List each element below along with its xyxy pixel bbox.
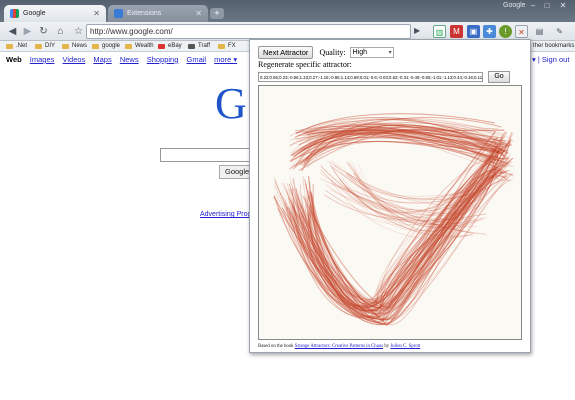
quality-label: Quality: bbox=[319, 48, 346, 57]
footer-by: by bbox=[384, 344, 390, 349]
close-tab-icon[interactable]: ✕ bbox=[195, 9, 202, 18]
bookmark-fx[interactable]: FX bbox=[218, 43, 236, 49]
nav-more[interactable]: more ▾ bbox=[214, 55, 237, 64]
bookmark-wealth[interactable]: Wealth bbox=[125, 43, 154, 49]
nav-maps[interactable]: Maps bbox=[93, 55, 111, 64]
coefficients-input[interactable]: 0.22;0.65;0.23;-0.86;1.23;0.27;-1.15;-0.… bbox=[258, 72, 483, 82]
book-link[interactable]: Strange Attractors: Creative Patterns in… bbox=[295, 344, 383, 349]
bookmark-label: eBay bbox=[168, 43, 182, 49]
minimize-icon[interactable]: – bbox=[527, 1, 539, 11]
close-tab-icon[interactable]: ✕ bbox=[93, 9, 100, 18]
browser-window: Google ✕ Extensions ✕ + Google – □ ✕ ◀ ▶… bbox=[0, 0, 575, 400]
forward-arrow-icon[interactable]: ▶ bbox=[21, 25, 34, 38]
nav-news[interactable]: News bbox=[120, 55, 139, 64]
attractor-strokes bbox=[273, 113, 514, 326]
extension-icon[interactable]: ▣ bbox=[467, 25, 480, 38]
tab-strip: Google ✕ Extensions ✕ + Google – □ ✕ bbox=[0, 0, 575, 22]
tab-label: Google bbox=[23, 10, 46, 17]
back-arrow-icon[interactable]: ◀ bbox=[6, 25, 19, 38]
google-search-input[interactable] bbox=[160, 148, 255, 162]
bookmark-label: Wealth bbox=[135, 43, 154, 49]
folder-icon bbox=[92, 43, 99, 49]
reload-icon[interactable]: ↻ bbox=[37, 25, 50, 38]
advertising-link[interactable]: Advertising Prog bbox=[200, 211, 251, 218]
home-icon[interactable]: ⌂ bbox=[54, 25, 67, 38]
tab-extensions[interactable]: Extensions ✕ bbox=[108, 5, 208, 22]
next-attractor-button[interactable]: Next Attractor bbox=[258, 46, 314, 59]
bookmark-label: google bbox=[102, 43, 121, 49]
go-button[interactable]: Go bbox=[488, 71, 510, 83]
page-icon[interactable]: ▥ bbox=[433, 25, 446, 38]
folder-icon bbox=[35, 43, 42, 49]
tab-google[interactable]: Google ✕ bbox=[4, 5, 106, 22]
wrench-icon[interactable]: ✎ bbox=[553, 25, 566, 38]
go-arrow-icon[interactable]: ▶ bbox=[414, 26, 420, 35]
bookmark-news[interactable]: News bbox=[62, 43, 87, 49]
info-icon[interactable]: ! bbox=[499, 25, 512, 38]
regenerate-label: Regenerate specific attractor: bbox=[258, 60, 352, 69]
folder-icon bbox=[125, 43, 132, 49]
popup-controls: Next Attractor Quality: High bbox=[258, 46, 394, 59]
google-favicon-icon bbox=[10, 9, 19, 18]
traffic-icon bbox=[188, 43, 195, 49]
popup-footer: Based on the book Strange Attractors: Cr… bbox=[258, 344, 420, 349]
footer-prefix: Based on the book bbox=[258, 344, 294, 349]
attractor-popup: Next Attractor Quality: High Regenerate … bbox=[249, 39, 531, 353]
bookmark-label: Traff bbox=[198, 43, 211, 49]
quality-select[interactable]: High bbox=[349, 47, 394, 58]
author-link[interactable]: Julien C. Sprott bbox=[390, 344, 420, 349]
new-tab-button[interactable]: + bbox=[210, 8, 224, 19]
puzzle-icon bbox=[114, 9, 123, 18]
nav-videos[interactable]: Videos bbox=[63, 55, 86, 64]
attractor-canvas bbox=[258, 85, 522, 340]
nav-shopping[interactable]: Shopping bbox=[147, 55, 179, 64]
nav-gmail[interactable]: Gmail bbox=[186, 55, 206, 64]
close-window-icon[interactable]: ✕ bbox=[557, 1, 569, 11]
window-title: Google bbox=[503, 2, 526, 9]
folder-icon bbox=[218, 43, 225, 49]
bookmark-google[interactable]: google bbox=[92, 43, 120, 49]
bookmark-ebay[interactable]: eBay bbox=[158, 43, 182, 49]
gmail-icon[interactable]: M bbox=[450, 25, 463, 38]
folder-icon bbox=[62, 43, 69, 49]
bookmark-label: .Net bbox=[16, 43, 28, 49]
star-icon[interactable]: ☆ bbox=[72, 25, 85, 38]
attractor-extension-icon[interactable]: ✕ bbox=[515, 25, 528, 38]
page-menu-icon[interactable]: ▤ bbox=[533, 25, 546, 38]
bookmark-net[interactable]: .Net bbox=[6, 43, 27, 49]
other-bookmarks[interactable]: ther bookmarks bbox=[533, 43, 574, 49]
nav-web[interactable]: Web bbox=[6, 55, 22, 64]
bookmark-traff[interactable]: Traff bbox=[188, 43, 210, 49]
bookmark-label: FX bbox=[228, 43, 236, 49]
puzzle-icon[interactable]: ✚ bbox=[483, 25, 496, 38]
bookmark-diy[interactable]: DIY bbox=[35, 43, 55, 49]
ebay-icon bbox=[158, 43, 165, 49]
sign-out-link[interactable]: ▾ | Sign out bbox=[532, 55, 569, 64]
tab-label: Extensions bbox=[127, 10, 162, 17]
google-nav: Web Images Videos Maps News Shopping Gma… bbox=[6, 55, 243, 64]
bookmark-label: News bbox=[72, 43, 88, 49]
bookmark-label: DIY bbox=[45, 43, 56, 49]
attractor-image bbox=[273, 113, 514, 326]
address-bar[interactable]: http://www.google.com/ bbox=[86, 24, 411, 39]
folder-icon bbox=[6, 43, 13, 49]
maximize-icon[interactable]: □ bbox=[541, 1, 553, 11]
nav-images[interactable]: Images bbox=[30, 55, 55, 64]
google-logo: G bbox=[215, 79, 247, 128]
other-bookmarks-label: ther bookmarks bbox=[533, 43, 575, 49]
